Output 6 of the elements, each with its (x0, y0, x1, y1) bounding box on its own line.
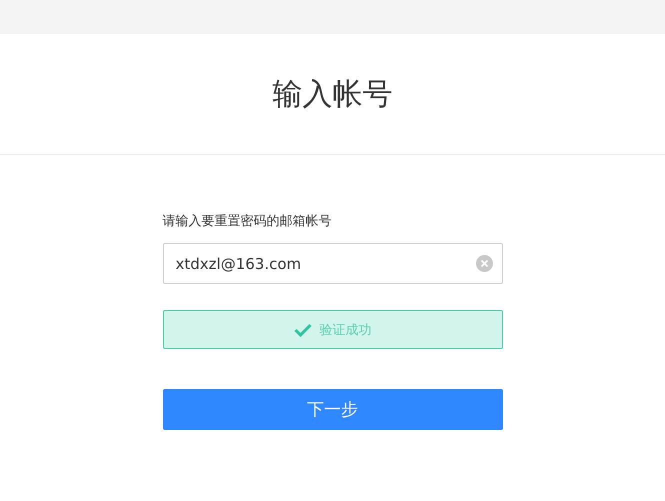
clear-icon[interactable] (476, 255, 492, 272)
email-field[interactable]: xtdxzl@163.com (162, 243, 502, 284)
page-title: 输入帐号 (272, 76, 392, 114)
verification-message: 验证成功 (320, 322, 372, 338)
field-label: 请输入要重置密码的邮箱帐号 (162, 213, 332, 231)
check-icon (294, 322, 312, 336)
